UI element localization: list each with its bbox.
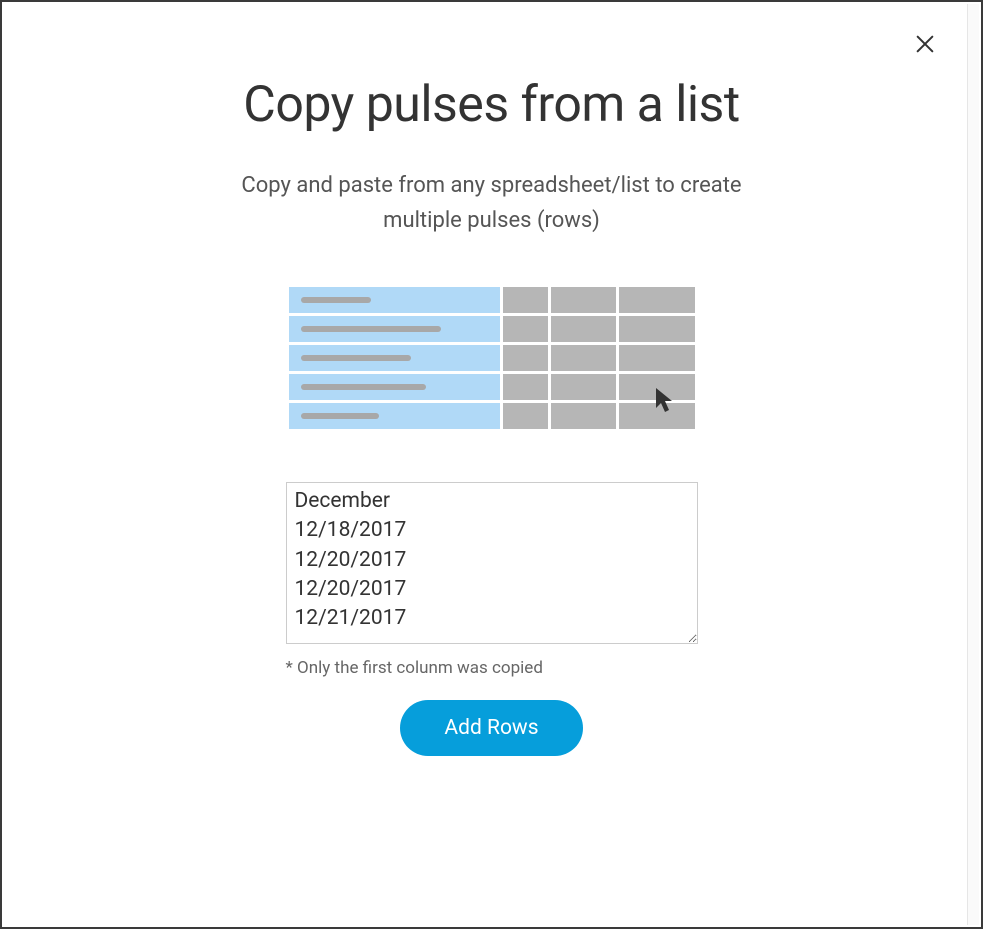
modal-title: Copy pulses from a list — [243, 72, 739, 140]
textarea-container — [286, 482, 698, 648]
modal-subtitle: Copy and paste from any spreadsheet/list… — [232, 168, 752, 238]
close-icon — [914, 33, 936, 59]
close-button[interactable] — [911, 32, 939, 60]
scrollbar-track[interactable] — [967, 4, 979, 925]
paste-textarea[interactable] — [286, 482, 698, 644]
modal-content: Copy pulses from a list Copy and paste f… — [2, 72, 981, 756]
copy-pulses-modal: Copy pulses from a list Copy and paste f… — [2, 2, 981, 927]
hint-text: * Only the first colunm was copied — [286, 658, 698, 678]
add-rows-button[interactable]: Add Rows — [400, 700, 582, 756]
spreadsheet-illustration — [286, 284, 698, 432]
cursor-icon — [654, 386, 678, 414]
